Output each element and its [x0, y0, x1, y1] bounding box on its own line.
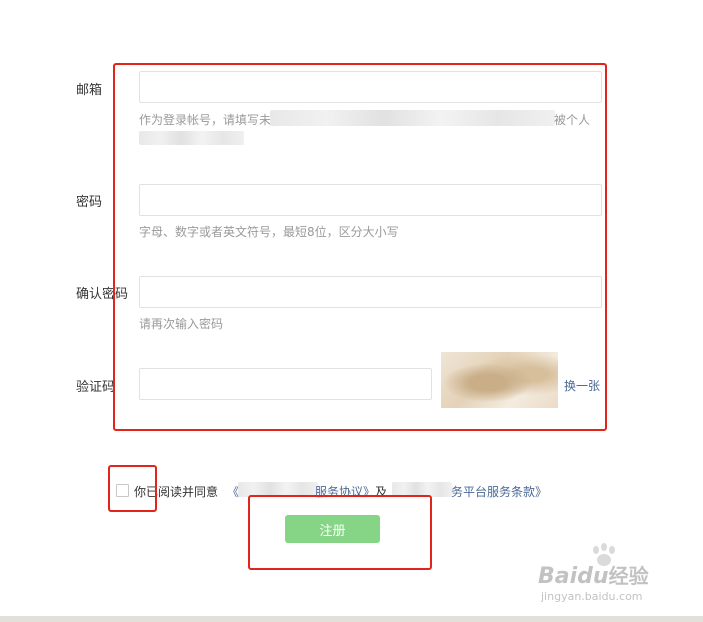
watermark-suffix: 经验: [608, 564, 649, 588]
email-label: 邮箱: [76, 83, 103, 98]
captcha-label: 验证码: [76, 380, 116, 395]
annotation-box-button: [248, 495, 432, 570]
watermark-brand-2: du: [577, 564, 609, 589]
password-label: 密码: [76, 195, 103, 210]
annotation-box-form: [113, 63, 607, 431]
platform-terms-link[interactable]: 务平台服务条款》: [451, 483, 547, 500]
watermark-logo: Baidu经验: [538, 560, 649, 589]
footer-bar: [0, 616, 703, 622]
annotation-box-checkbox: [108, 465, 157, 512]
watermark-url: jingyan.baidu.com: [541, 590, 643, 603]
watermark-brand: Bai: [538, 564, 578, 589]
